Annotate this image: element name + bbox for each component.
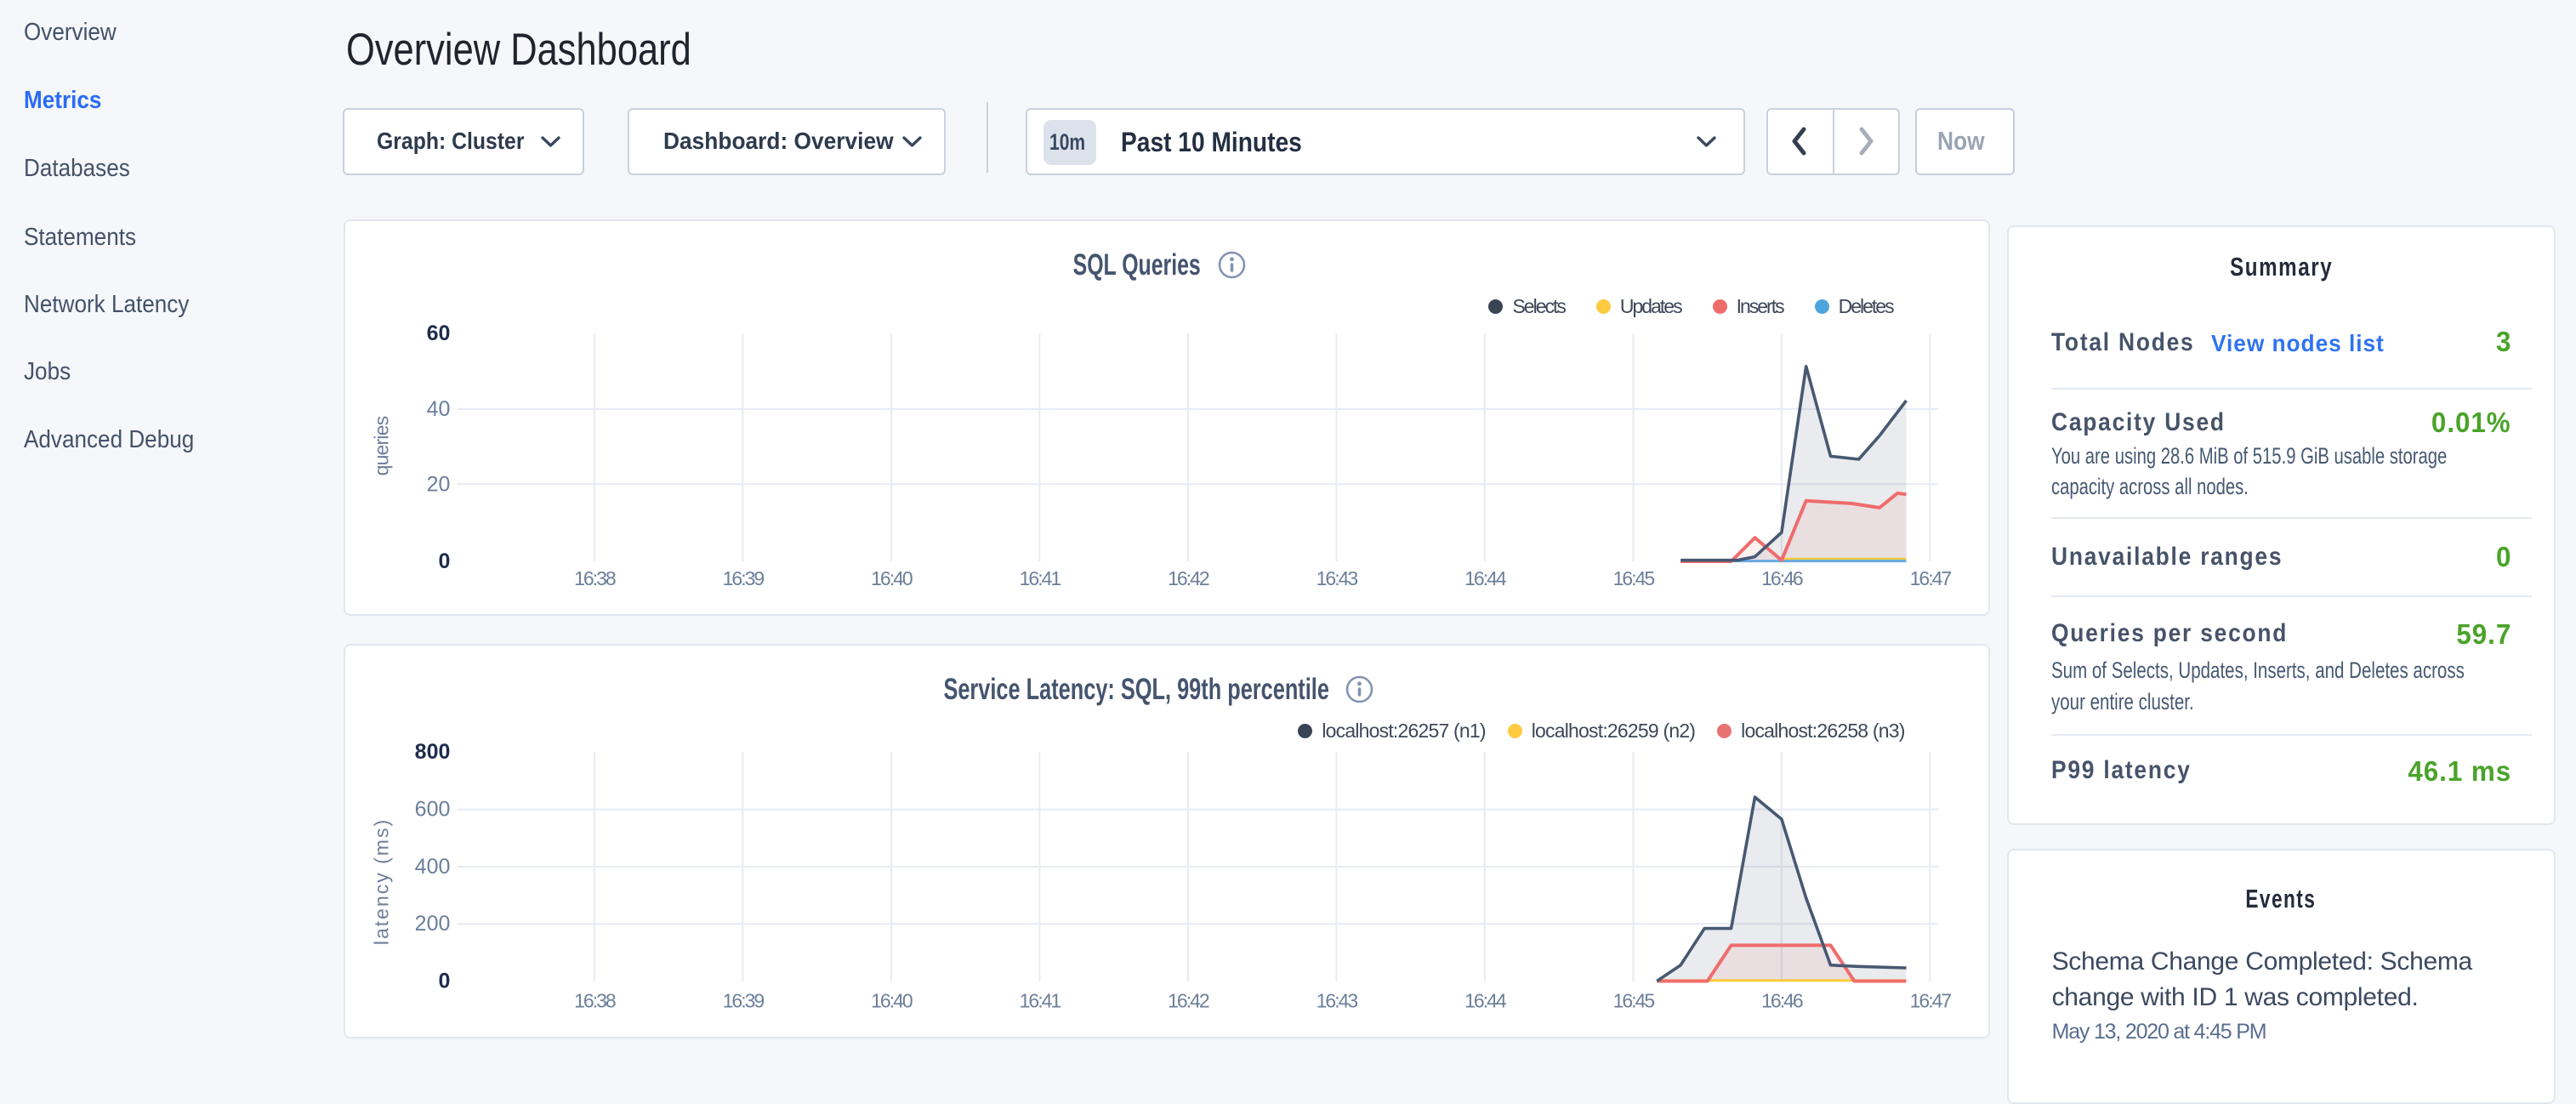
svg-text:0: 0 [438,970,450,993]
svg-text:16:44: 16:44 [1464,990,1507,1012]
svg-text:40: 40 [426,397,450,421]
svg-text:60: 60 [426,322,450,345]
svg-text:200: 200 [414,912,450,936]
svg-text:16:40: 16:40 [871,567,913,589]
svg-text:16:43: 16:43 [1316,990,1357,1012]
svg-text:16:38: 16:38 [574,567,616,589]
svg-text:16:46: 16:46 [1761,567,1803,589]
svg-text:0: 0 [438,549,450,573]
svg-text:600: 600 [414,798,450,822]
svg-text:16:46: 16:46 [1761,990,1803,1012]
svg-text:16:41: 16:41 [1019,990,1061,1012]
svg-text:400: 400 [414,855,450,879]
svg-text:16:39: 16:39 [722,567,764,589]
svg-text:16:42: 16:42 [1168,567,1209,589]
svg-text:16:38: 16:38 [574,990,616,1012]
svg-text:16:45: 16:45 [1612,990,1654,1012]
svg-text:16:39: 16:39 [722,990,764,1012]
svg-text:16:43: 16:43 [1316,567,1357,589]
svg-text:20: 20 [426,472,450,496]
svg-text:16:47: 16:47 [1909,567,1951,589]
svg-text:16:44: 16:44 [1464,567,1507,589]
svg-text:16:41: 16:41 [1019,567,1061,589]
svg-text:16:45: 16:45 [1612,567,1654,589]
svg-text:16:42: 16:42 [1168,990,1209,1012]
svg-text:16:40: 16:40 [871,990,913,1012]
svg-text:800: 800 [414,740,450,764]
svg-text:16:47: 16:47 [1909,990,1951,1012]
